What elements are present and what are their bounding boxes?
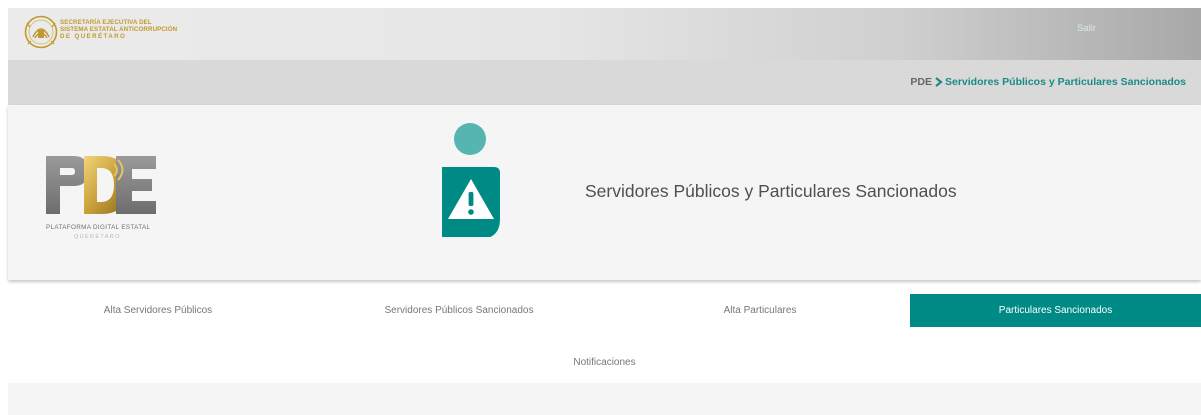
pde-logo-subcaption: QUERÉTARO	[74, 233, 121, 240]
top-header: SECRETARÍA EJECUTIVA DEL SISTEMA ESTATAL…	[8, 8, 1201, 60]
breadcrumb-current: Servidores Públicos y Particulares Sanci…	[944, 76, 1186, 88]
pde-logo: PLATAFORMA DIGITAL ESTATAL QUERÉTARO	[46, 156, 156, 240]
org-line-1: SECRETARÍA EJECUTIVA DEL	[60, 19, 152, 26]
organization-name: SECRETARÍA EJECUTIVA DEL SISTEMA ESTATAL…	[60, 19, 177, 40]
hero-banner: PLATAFORMA DIGITAL ESTATAL QUERÉTARO Ser…	[8, 105, 1201, 280]
tab-notificaciones[interactable]: Notificaciones	[8, 350, 1201, 376]
breadcrumb: PDE Servidores Públicos y Particulares S…	[910, 76, 1186, 88]
tab-particulares-sancionados[interactable]: Particulares Sancionados	[910, 294, 1201, 327]
chevron-right-icon	[935, 77, 943, 87]
breadcrumb-bar: PDE Servidores Públicos y Particulares S…	[8, 60, 1201, 105]
tab-alta-particulares[interactable]: Alta Particulares	[610, 294, 910, 327]
sanctioned-person-warning-icon	[442, 123, 500, 237]
tab-servidores-publicos-sancionados[interactable]: Servidores Públicos Sancionados	[308, 294, 610, 327]
tab-bar: Alta Servidores Públicos Servidores Públ…	[8, 294, 1201, 327]
org-line-2: SISTEMA ESTATAL ANTICORRUPCIÓN	[60, 26, 178, 33]
logout-link[interactable]: Salir	[1077, 23, 1096, 34]
org-line-3: DE QUERÉTARO	[60, 33, 127, 40]
breadcrumb-root[interactable]: PDE	[910, 76, 932, 88]
tab-alta-servidores-publicos[interactable]: Alta Servidores Públicos	[8, 294, 308, 327]
state-seal-icon	[24, 15, 58, 49]
pde-logo-caption: PLATAFORMA DIGITAL ESTATAL	[46, 224, 151, 231]
content-area	[8, 383, 1201, 415]
page-title: Servidores Públicos y Particulares Sanci…	[585, 181, 957, 201]
